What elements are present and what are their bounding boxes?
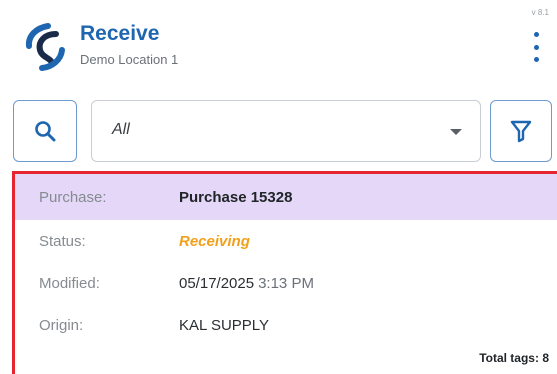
- filter-bar: All: [0, 98, 557, 166]
- search-icon: [35, 121, 56, 142]
- modified-label: Modified:: [39, 275, 100, 292]
- status-row: Status: Receiving: [15, 220, 557, 262]
- modified-date: 05/17/2025: [179, 275, 255, 292]
- status-label: Status:: [39, 233, 86, 250]
- purchase-card[interactable]: Purchase: Purchase 15328 Status: Receivi…: [12, 171, 557, 374]
- page-title: Receive: [80, 22, 160, 45]
- origin-value: KAL SUPPLY: [179, 317, 270, 334]
- origin-row: Origin: KAL SUPPLY: [15, 304, 557, 346]
- status-filter-select[interactable]: All: [91, 100, 481, 162]
- search-button[interactable]: [13, 100, 77, 162]
- purchase-label: Purchase:: [39, 189, 107, 206]
- status-value: Receiving: [179, 233, 250, 250]
- purchase-value: Purchase 15328: [179, 189, 293, 206]
- location-subtitle: Demo Location 1: [80, 52, 179, 67]
- more-menu-button[interactable]: [531, 32, 541, 62]
- modified-value: 05/17/2025 3:13 PM: [179, 275, 314, 292]
- origin-label: Origin:: [39, 317, 84, 334]
- caret-down-icon: [450, 129, 462, 135]
- modified-row: Modified: 05/17/2025 3:13 PM: [15, 262, 557, 304]
- kebab-dot-icon: [533, 57, 539, 62]
- filter-button[interactable]: [490, 100, 552, 162]
- app-header: Receive Demo Location 1 v 8.1: [0, 0, 557, 90]
- purchase-row: Purchase: Purchase 15328: [15, 174, 557, 220]
- modified-time: 3:13 PM: [258, 275, 314, 292]
- version-label: v 8.1: [531, 8, 549, 17]
- kebab-dot-icon: [533, 44, 539, 50]
- app-logo-icon: [25, 23, 65, 71]
- filter-icon: [510, 120, 532, 143]
- total-tags-count: Total tags: 8: [479, 351, 549, 365]
- status-filter-value: All: [112, 121, 130, 138]
- kebab-dot-icon: [533, 32, 539, 37]
